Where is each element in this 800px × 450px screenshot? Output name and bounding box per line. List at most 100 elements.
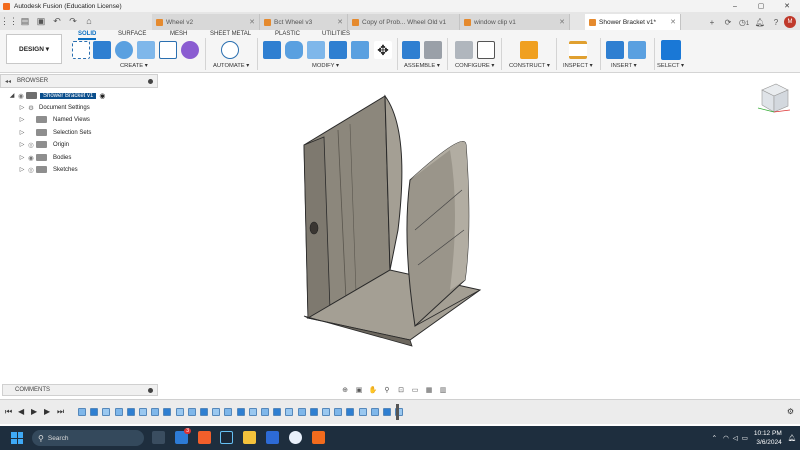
- notifications-bell-icon[interactable]: 🔔︎: [752, 18, 768, 27]
- volume-icon[interactable]: ◁: [733, 434, 738, 442]
- joint-icon[interactable]: [424, 41, 442, 59]
- task-view-icon[interactable]: [152, 431, 165, 444]
- chrome-icon[interactable]: [289, 431, 302, 444]
- windows-start-icon[interactable]: [11, 432, 23, 444]
- expand-arrow-icon[interactable]: ▷: [18, 104, 26, 111]
- new-component-icon[interactable]: [402, 41, 420, 59]
- home-icon[interactable]: ⌂: [82, 14, 96, 28]
- combine-icon[interactable]: [351, 41, 369, 59]
- tab-utilities[interactable]: UTILITIES: [322, 31, 350, 37]
- timeline-feature-icon[interactable]: [297, 408, 306, 416]
- tab-wheel-v2[interactable]: Wheel v2 ✕: [152, 14, 260, 30]
- fillet-icon[interactable]: [285, 41, 303, 59]
- revolve-icon[interactable]: [115, 41, 133, 59]
- zoom-icon[interactable]: ⚲: [380, 386, 394, 394]
- close-tab-icon[interactable]: ✕: [249, 18, 255, 26]
- expand-arrow-icon[interactable]: ▷: [18, 129, 26, 136]
- expand-arrow-icon[interactable]: ▷: [18, 116, 26, 123]
- timeline-feature-icon[interactable]: [309, 408, 318, 416]
- extrude-icon[interactable]: [93, 41, 111, 59]
- model-screw-hole[interactable]: [309, 221, 319, 235]
- timeline-feature-icon[interactable]: [248, 408, 257, 416]
- display-settings-icon[interactable]: ▭: [408, 386, 422, 394]
- timeline-feature-icon[interactable]: [200, 408, 208, 416]
- extensions-icon[interactable]: ⟳: [720, 18, 736, 27]
- app-c-icon[interactable]: [266, 431, 279, 444]
- visibility-eye-icon[interactable]: ◎: [26, 166, 36, 174]
- fusion-taskbar-icon[interactable]: [312, 431, 325, 444]
- timeline-feature-icon[interactable]: [212, 408, 221, 416]
- construct-menu[interactable]: CONSTRUCT ▾: [509, 63, 550, 69]
- assemble-menu[interactable]: ASSEMBLE ▾: [404, 63, 440, 69]
- timeline-next-icon[interactable]: ▶: [44, 407, 50, 416]
- expand-arrow-icon[interactable]: ▷: [18, 166, 26, 173]
- visibility-eye-icon[interactable]: ◉: [26, 154, 36, 162]
- timeline-feature-icon[interactable]: [285, 408, 294, 416]
- battery-icon[interactable]: ▭: [742, 434, 748, 442]
- clock[interactable]: 10:12 PM 3/6/2024: [754, 429, 782, 447]
- tab-bct-wheel-v3[interactable]: Bct Wheel v3 ✕: [260, 14, 348, 30]
- timeline-feature-icon[interactable]: [126, 408, 135, 416]
- configure-menu[interactable]: CONFIGURE ▾: [455, 63, 494, 69]
- timeline-feature-icon[interactable]: [322, 408, 330, 416]
- file-explorer-icon[interactable]: [243, 431, 256, 444]
- tree-item-origin[interactable]: ▷ ◎ Origin: [18, 139, 72, 150]
- tab-copy-of-prob-wheel[interactable]: Copy of Prob... Wheel Old v1: [348, 14, 460, 30]
- timeline-feature-icon[interactable]: [273, 408, 282, 416]
- minimize-button[interactable]: –: [722, 0, 748, 12]
- modify-menu[interactable]: MODIFY ▾: [312, 63, 339, 69]
- comments-panel[interactable]: COMMENTS: [2, 384, 158, 396]
- add-comment-icon[interactable]: [148, 387, 153, 393]
- orbit-icon[interactable]: ⊕: [338, 386, 352, 394]
- configuration-table-icon[interactable]: [477, 41, 495, 59]
- tree-item-document-settings[interactable]: ▷ ⚙ Document Settings: [18, 102, 93, 113]
- taskbar-search[interactable]: ⚲ Search: [32, 430, 144, 446]
- tab-mesh[interactable]: MESH: [170, 31, 187, 37]
- automate-icon[interactable]: [221, 41, 239, 59]
- close-window-button[interactable]: ✕: [774, 0, 800, 12]
- timeline-feature-icon[interactable]: [175, 408, 184, 416]
- create-menu[interactable]: CREATE ▾: [120, 63, 148, 69]
- offset-plane-icon[interactable]: [520, 41, 538, 59]
- visibility-eye-icon[interactable]: ◎: [26, 141, 36, 149]
- wifi-icon[interactable]: ◠: [723, 434, 729, 442]
- timeline-feature-icon[interactable]: [102, 408, 111, 416]
- timeline-feature-icon[interactable]: [187, 408, 196, 416]
- insert-image-icon[interactable]: [628, 41, 646, 59]
- timeline-feature-icon[interactable]: [358, 408, 367, 416]
- create-sketch-icon[interactable]: [72, 41, 90, 59]
- automate-menu[interactable]: AUTOMATE ▾: [213, 63, 249, 69]
- pan-icon[interactable]: ✋: [366, 386, 380, 394]
- close-tab-icon[interactable]: ✕: [670, 18, 676, 26]
- measure-icon[interactable]: [569, 41, 587, 59]
- select-menu[interactable]: SELECT ▾: [657, 63, 684, 69]
- tab-window-clip-v1[interactable]: window clip v1 ✕: [460, 14, 570, 30]
- rectangular-pattern-icon[interactable]: [159, 41, 177, 59]
- timeline-feature-icon[interactable]: [261, 408, 269, 416]
- move-copy-icon[interactable]: ✥: [374, 41, 392, 59]
- visibility-eye-icon[interactable]: ◉: [16, 92, 26, 100]
- job-status-icon[interactable]: ◷1: [736, 18, 752, 27]
- timeline-prev-icon[interactable]: ◀: [18, 407, 24, 416]
- tab-shower-bracket[interactable]: Shower Bracket v1* ✕: [585, 14, 681, 30]
- timeline-feature-icon[interactable]: [236, 408, 245, 416]
- timeline-feature-icon[interactable]: [383, 408, 391, 416]
- new-tab-icon[interactable]: +: [704, 18, 720, 27]
- grid-menu-icon[interactable]: ⋮⋮: [0, 14, 18, 28]
- help-icon[interactable]: ?: [768, 18, 784, 27]
- tree-item-bodies[interactable]: ▷ ◉ Bodies: [18, 152, 74, 163]
- file-menu-icon[interactable]: ▤: [18, 14, 32, 28]
- tree-root-shower-bracket[interactable]: ◢ ◉ Shower Bracket v1 ◉: [8, 90, 105, 101]
- steam-icon[interactable]: [220, 431, 233, 444]
- timeline-feature-icon[interactable]: [370, 408, 379, 416]
- brave-browser-icon[interactable]: [198, 431, 211, 444]
- save-icon[interactable]: ▣: [34, 14, 48, 28]
- news-widget-icon[interactable]: 3: [175, 428, 191, 444]
- maximize-button[interactable]: ▢: [748, 0, 774, 12]
- timeline-feature-icon[interactable]: [224, 408, 233, 416]
- timeline-feature-icon[interactable]: [139, 408, 147, 416]
- shower-bracket-model[interactable]: [290, 90, 490, 350]
- timeline-feature-icon[interactable]: [78, 408, 86, 416]
- timeline-feature-icon[interactable]: [163, 408, 172, 416]
- collapse-arrow-icon[interactable]: ◢: [8, 92, 16, 99]
